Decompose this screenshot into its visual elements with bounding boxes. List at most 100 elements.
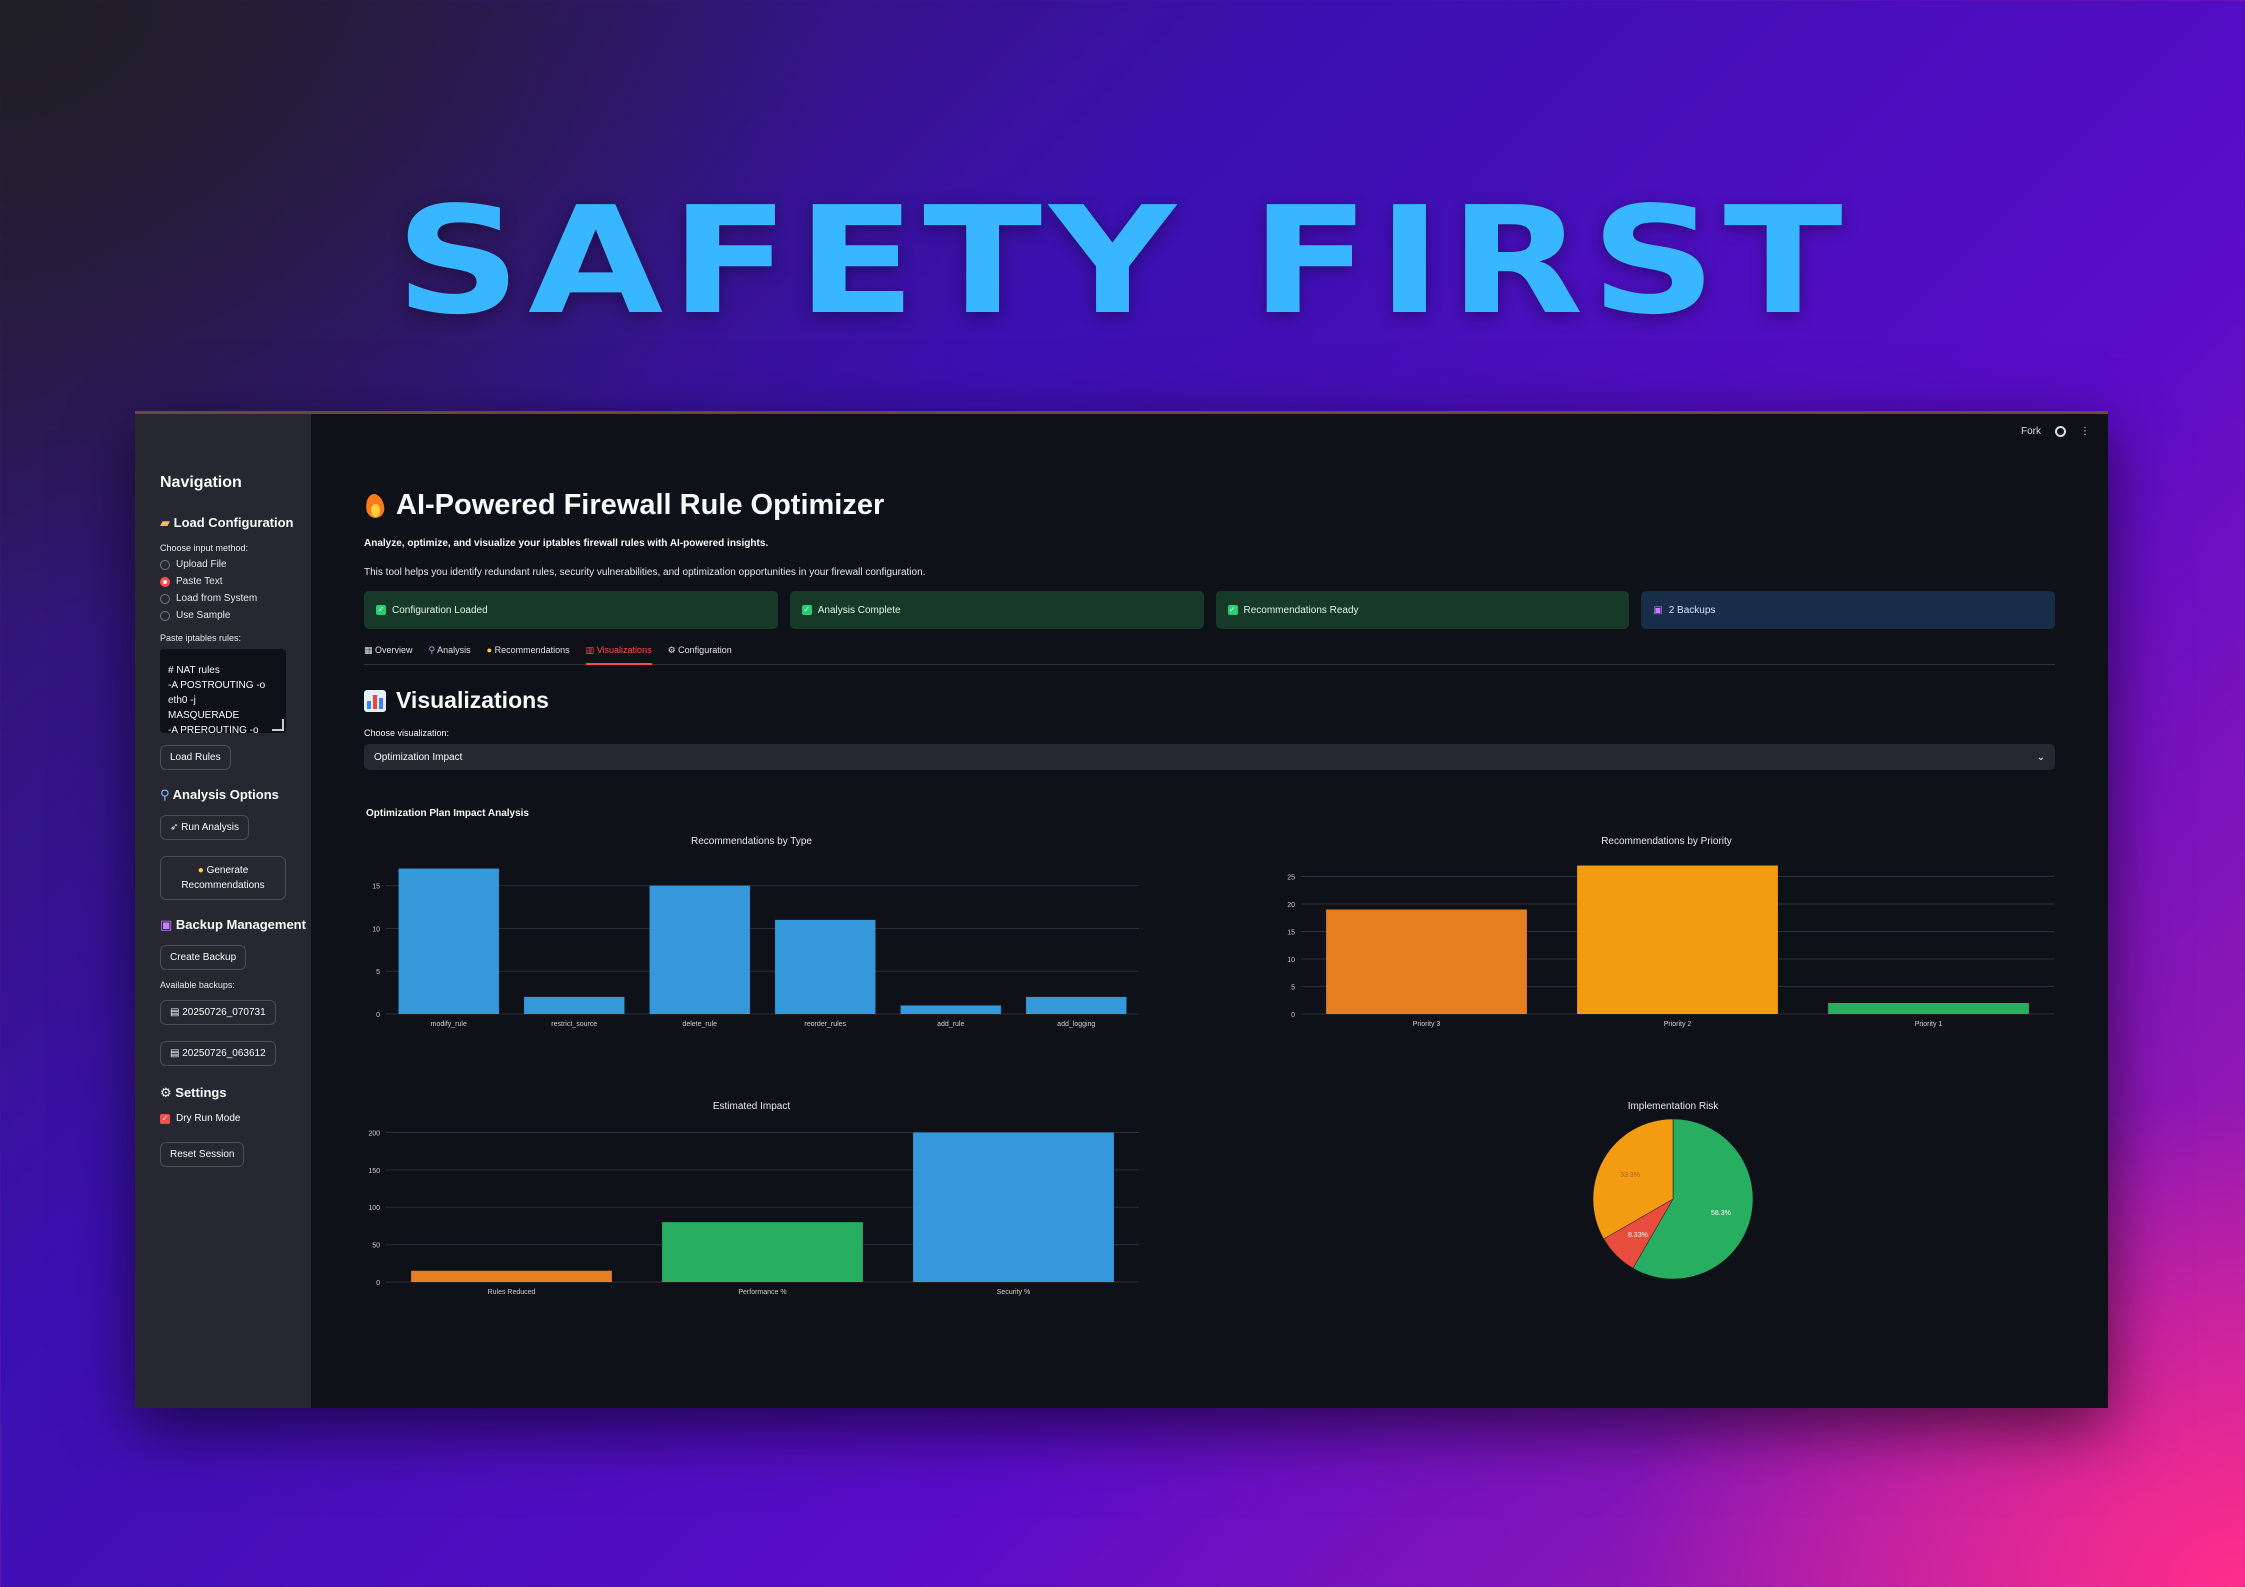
lightbulb-icon: ●	[486, 645, 493, 655]
rocket-icon: ➶	[170, 822, 179, 833]
x-tick-label: modify_rule	[431, 1021, 467, 1028]
x-tick-label: delete_rule	[682, 1021, 717, 1028]
radio-label: Use Sample	[176, 610, 231, 621]
radio-use-sample[interactable]: Use Sample	[160, 610, 311, 621]
sidebar-nav-title: Navigation	[160, 474, 242, 491]
chart-title: Recommendations by Priority	[1601, 836, 1732, 847]
visualization-select[interactable]: Optimization Impact ⌄	[364, 744, 2055, 770]
floppy-icon: ▣	[1653, 604, 1663, 616]
clipboard-icon: ▦	[364, 645, 373, 655]
radio-upload-file[interactable]: Upload File	[160, 559, 311, 570]
paste-label: Paste iptables rules:	[160, 633, 242, 643]
y-tick-label: 15	[372, 884, 380, 891]
status-label: Recommendations Ready	[1243, 604, 1359, 616]
status-recommendations-ready: ✓ Recommendations Ready	[1215, 591, 1630, 629]
run-analysis-button[interactable]: ➶ Run Analysis	[160, 815, 249, 840]
tab-label: Recommendations	[494, 645, 570, 655]
x-tick-label: Priority 2	[1664, 1021, 1692, 1028]
textarea-line: MASQUERADE	[168, 710, 240, 721]
reset-session-button[interactable]: Reset Session	[160, 1142, 245, 1167]
bar	[524, 996, 625, 1014]
load-rules-button[interactable]: Load Rules	[160, 745, 231, 770]
tab-visualizations[interactable]: ▥ Visualizations	[585, 645, 652, 665]
resize-handle-icon[interactable]	[272, 719, 284, 731]
y-tick-label: 10	[372, 926, 380, 933]
x-tick-label: Security %	[997, 1289, 1030, 1296]
magnifier-icon: ⚲	[160, 787, 170, 802]
y-tick-label: 5	[1291, 985, 1295, 992]
tab-label: Visualizations	[596, 645, 652, 655]
settings-title: Settings	[175, 1085, 227, 1100]
y-tick-label: 5	[376, 969, 380, 976]
bar	[1577, 865, 1778, 1014]
x-tick-label: add_logging	[1057, 1021, 1095, 1028]
hero-title: SAFETY FIRST	[395, 175, 1850, 347]
pie-chart: Implementation Risk 58.3% 8.33% 33.3%	[1592, 1101, 1754, 1280]
app-window: Navigation ▰ Load Configuration Choose i…	[135, 411, 2108, 1408]
tab-recommendations[interactable]: ● Recommendations	[487, 645, 570, 656]
plan-title: Optimization Plan Impact Analysis	[366, 808, 529, 819]
create-backup-button[interactable]: Create Backup	[160, 945, 247, 970]
tab-configuration[interactable]: ⚙ Configuration	[668, 645, 732, 656]
bar	[775, 919, 876, 1014]
document-icon: ▤	[170, 1007, 180, 1018]
bar-chart: Recommendations by Type 0 5 10 15 modify_rule…	[372, 836, 1139, 1028]
slice-label: 33.3%	[1620, 1172, 1640, 1179]
y-tick-label: 200	[368, 1130, 380, 1137]
charts-area: Recommendations by Type 0 5 10 15 modify_rule…	[368, 836, 2054, 1296]
tab-label: Analysis	[437, 645, 471, 655]
rules-textarea[interactable]: # NAT rules -A POSTROUTING -o eth0 -j MA…	[160, 649, 286, 733]
backup-heading: ▣ Backup Management	[160, 916, 311, 933]
fork-button[interactable]: Fork	[2021, 426, 2041, 437]
tab-analysis[interactable]: ⚲ Analysis	[429, 645, 471, 656]
bar-chart: Recommendations by Priority 0 5 10 15 20 25 Pri…	[1287, 836, 2054, 1028]
tab-overview[interactable]: ▦ Overview	[364, 645, 413, 656]
bar	[900, 1005, 1001, 1014]
y-tick-label: 0	[376, 1012, 380, 1019]
floppy-icon: ▣	[160, 917, 173, 932]
bar	[649, 885, 750, 1014]
backup-item-button[interactable]: ▤ 20250726_063612	[160, 1041, 276, 1066]
page-title-row: AI-Powered Firewall Rule Optimizer	[364, 489, 2055, 522]
radio-dot	[160, 593, 170, 604]
load-config-title: Load Configuration	[173, 515, 294, 530]
visualization-select-label: Choose visualization:	[364, 728, 450, 738]
chart-title: Recommendations by Type	[691, 836, 812, 847]
textarea-line: -A POSTROUTING -o	[168, 680, 266, 691]
page-title: AI-Powered Firewall Rule Optimizer	[396, 489, 885, 521]
x-tick-label: Priority 1	[1915, 1021, 1943, 1028]
more-menu-icon[interactable]: ⋮	[2080, 426, 2090, 437]
textarea-line: # NAT rules	[168, 665, 220, 676]
check-icon: ✓	[1227, 605, 1238, 615]
backup-item-button[interactable]: ▤ 20250726_070731	[160, 1000, 276, 1025]
status-config-loaded: ✓ Configuration Loaded	[364, 591, 778, 629]
generate-recommendations-button[interactable]: ● Generate Recommendations	[160, 856, 286, 900]
radio-dot	[160, 610, 170, 621]
dry-run-checkbox[interactable]: ✓ Dry Run Mode	[160, 1113, 311, 1124]
input-method-label: Choose input method:	[160, 543, 249, 553]
y-tick-label: 25	[1287, 875, 1295, 882]
bar	[913, 1132, 1114, 1282]
bar	[411, 1270, 612, 1282]
radio-label: Load from System	[176, 593, 258, 604]
run-analysis-label: Run Analysis	[181, 822, 239, 833]
check-icon: ✓	[801, 605, 812, 615]
backup-title: Backup Management	[175, 917, 306, 932]
radio-label: Paste Text	[176, 576, 223, 587]
bar-chart-icon: ▥	[585, 645, 595, 655]
analysis-options-title: Analysis Options	[172, 787, 279, 802]
document-icon: ▤	[170, 1048, 180, 1059]
check-icon: ✓	[376, 605, 386, 615]
gear-icon: ⚙	[160, 1085, 172, 1100]
content: AI-Powered Firewall Rule Optimizer Analy…	[364, 489, 2055, 1334]
sidebar: Navigation ▰ Load Configuration Choose i…	[135, 414, 311, 1408]
gear-icon: ⚙	[667, 645, 676, 655]
x-tick-label: add_rule	[937, 1021, 964, 1028]
bar	[1828, 1003, 2029, 1014]
radio-load-from-system[interactable]: Load from System	[160, 593, 311, 604]
radio-paste-text[interactable]: Paste Text	[160, 576, 311, 587]
github-icon[interactable]	[2055, 426, 2066, 437]
status-label: 2 Backups	[1668, 604, 1716, 616]
section-title: Visualizations	[396, 687, 549, 713]
status-backups: ▣ 2 Backups	[1641, 591, 2055, 629]
